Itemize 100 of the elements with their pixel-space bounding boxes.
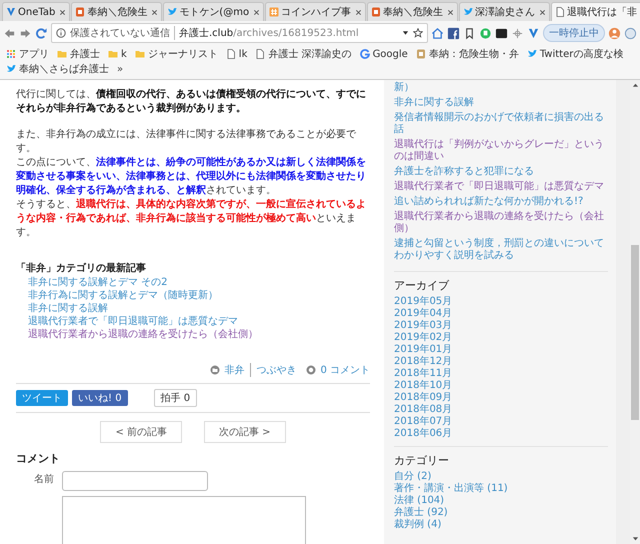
category-link[interactable]: 非弁 (224, 363, 244, 377)
recent-article-link[interactable]: 退職代行は「判例がないからグレーだ」というのは間違い (394, 139, 608, 163)
browser-tab[interactable]: モトケン(@mo (163, 2, 264, 21)
recent-article-link[interactable]: 退職代行業者で「即日退職可能」は悪質なデマ (394, 181, 604, 193)
related-article-link[interactable]: 退職代行業者から退職の連絡を受けたら（会社側） (28, 328, 258, 341)
archive-link[interactable]: 2018年07月 (394, 416, 452, 428)
bird-icon (463, 7, 474, 17)
related-article-link[interactable]: 退職代行業者で「即日退職可能」は悪質なデマ (28, 315, 238, 328)
folder-icon (134, 49, 145, 59)
category-link[interactable]: 自分 (2) (394, 471, 432, 483)
related-article-link[interactable]: 非弁に関する誤解とデマ その2 (28, 276, 168, 289)
hash-logo-icon (269, 7, 280, 17)
archive-link[interactable]: 2018年11月 (394, 368, 452, 380)
browser-tab[interactable]: OneTab (2, 2, 70, 21)
tweet-button[interactable]: ツイート (16, 390, 68, 406)
close-icon[interactable] (355, 8, 362, 16)
bookmark-item[interactable]: Twitterの高度な検 (526, 47, 624, 61)
v-logo-icon[interactable] (527, 26, 540, 40)
recent-article-link[interactable]: 逮捕と勾留という制度，刑罰との違いについてわかりやすく説明を試みる (394, 238, 608, 262)
close-icon[interactable] (253, 8, 260, 16)
close-icon[interactable] (151, 8, 158, 16)
comments-link[interactable]: 0 コメント (320, 363, 370, 377)
category-link[interactable]: 弁護士 (92) (394, 507, 448, 519)
more-bookmarks[interactable]: » (117, 64, 124, 74)
browser-tab[interactable]: 奉納＼危険生 (71, 2, 162, 21)
next-article-button[interactable]: 次の記事 > (204, 421, 286, 443)
document-icon (555, 7, 566, 17)
recent-article-link[interactable]: 退職代行業者から退職の連絡を受けたら（会社側） (394, 211, 608, 235)
category-heading: カテゴリー (394, 453, 449, 468)
bookmark-item[interactable]: 奉納：危険生物・弁 (416, 47, 519, 61)
article-text: また、非弁行為の成立には、法律事件に関する法律事務であることが必要です。 (16, 128, 357, 156)
related-article-link[interactable]: 非弁に関する誤解 (28, 302, 108, 315)
dark-square-icon[interactable] (495, 26, 508, 40)
browser-tab[interactable]: 深澤諭史さん (459, 2, 550, 21)
browser-tab[interactable]: コインハイブ事 (265, 2, 366, 21)
close-icon[interactable] (59, 8, 66, 16)
prev-article-button[interactable]: < 前の記事 (100, 421, 182, 443)
browser-tab[interactable]: 奉納＼危険生 (367, 2, 458, 21)
bookmark-icon[interactable] (463, 26, 476, 40)
archive-link[interactable]: 2019年04月 (394, 308, 452, 320)
back-arrow-icon[interactable] (3, 26, 16, 40)
star-icon[interactable] (413, 28, 423, 38)
forward-arrow-icon[interactable] (19, 26, 32, 40)
article-text: 代行に関しては、債権回収の代行、あるいは債権受領の代行について、すでにそれらが非弁行為であるという裁判例があります。 (16, 88, 367, 116)
archive-link[interactable]: 2019年01月 (394, 344, 452, 356)
category-link[interactable]: 法律 (104) (394, 495, 444, 507)
archive-link[interactable]: 2019年02月 (394, 332, 452, 344)
bookmark-item[interactable]: Google (360, 48, 408, 60)
bird-icon (6, 64, 16, 74)
browser-tab[interactable]: 退職代行は「非 (551, 2, 640, 21)
blog-logo-icon (371, 7, 382, 17)
bookmark-item[interactable]: 弁護士 (57, 47, 100, 61)
archive-link[interactable]: 2019年03月 (394, 320, 452, 332)
square-app-icon[interactable] (447, 26, 460, 40)
related-article-link[interactable]: 非弁行為に関する誤解とデマ（随時更新） (28, 289, 218, 302)
reload-icon[interactable] (35, 26, 48, 40)
bookmark-item[interactable]: ジャーナリスト (134, 47, 218, 61)
scrollbar-thumb[interactable] (631, 244, 639, 420)
info-icon[interactable] (56, 28, 66, 38)
category-link[interactable]: 裁判例 (4) (394, 519, 442, 531)
recent-article-link[interactable]: 非弁に関する誤解 (394, 97, 474, 109)
like-button[interactable]: いいね! 0 (72, 390, 128, 406)
avatar-icon[interactable] (608, 26, 621, 40)
archive-link[interactable]: 2018年09月 (394, 392, 452, 404)
security-status: 保護されていない通信 (70, 26, 175, 40)
paused-button[interactable]: 一時停止中 (543, 24, 605, 42)
article-text: この点について、法律事件とは、紛争の可能性があるか又は新しく法律関係を変動させる事案をいい、法律事務とは、代理以外にも法律関係を変動させたり明確化、保全する行為が含まれる、と解釈されています。 (16, 156, 367, 198)
recent-article-link[interactable]: 追い詰められれば新たな何かが開かれる!? (394, 196, 584, 208)
bookmark-item[interactable]: 弁護士 深澤諭史の (255, 47, 352, 61)
bookmark-item[interactable]: アプリ (6, 47, 49, 61)
recent-article-link[interactable]: 新） (394, 82, 414, 94)
archive-link[interactable]: 2018年12月 (394, 356, 452, 368)
scroll-up-icon[interactable] (632, 82, 638, 88)
archive-link[interactable]: 2019年05月 (394, 296, 452, 308)
scroll-down-icon[interactable] (632, 536, 638, 542)
tag-link[interactable]: つぶやき (250, 363, 296, 377)
archive-link[interactable]: 2018年06月 (394, 428, 452, 440)
comment-heading: コメント (16, 451, 61, 466)
home-icon[interactable] (431, 26, 444, 40)
name-field[interactable] (62, 471, 208, 491)
archive-heading: アーカイブ (394, 278, 449, 293)
close-icon[interactable] (539, 8, 546, 16)
menu-icon[interactable] (624, 26, 637, 40)
archive-link[interactable]: 2018年08月 (394, 404, 452, 416)
bird-icon (167, 7, 178, 17)
clap-button[interactable]: 拍手 0 (154, 389, 198, 407)
close-icon[interactable] (447, 8, 454, 16)
recent-article-link[interactable]: 発信者情報開示のおかげで依頼者に損害の出る話 (394, 112, 608, 136)
url-path: /archives/16819523.html (233, 28, 359, 38)
apps-grid-icon (6, 49, 16, 59)
archive-link[interactable]: 2018年10月 (394, 380, 452, 392)
document-icon (255, 49, 266, 59)
bookmark-item[interactable]: 奉納＼さらば弁護士 (6, 62, 109, 76)
bookmark-item[interactable]: k (108, 48, 127, 60)
url-host: 弁護士.club (179, 26, 234, 40)
caret-icon[interactable] (402, 30, 409, 36)
address-bar[interactable]: 保護されていない通信 弁護士.club/archives/16819523.html (51, 23, 428, 43)
recent-article-link[interactable]: 弁護士を詐称すると犯罪になる (394, 166, 534, 178)
bookmark-item[interactable]: lk (226, 48, 248, 60)
category-link[interactable]: 著作・講演・出演等 (11) (394, 483, 508, 495)
